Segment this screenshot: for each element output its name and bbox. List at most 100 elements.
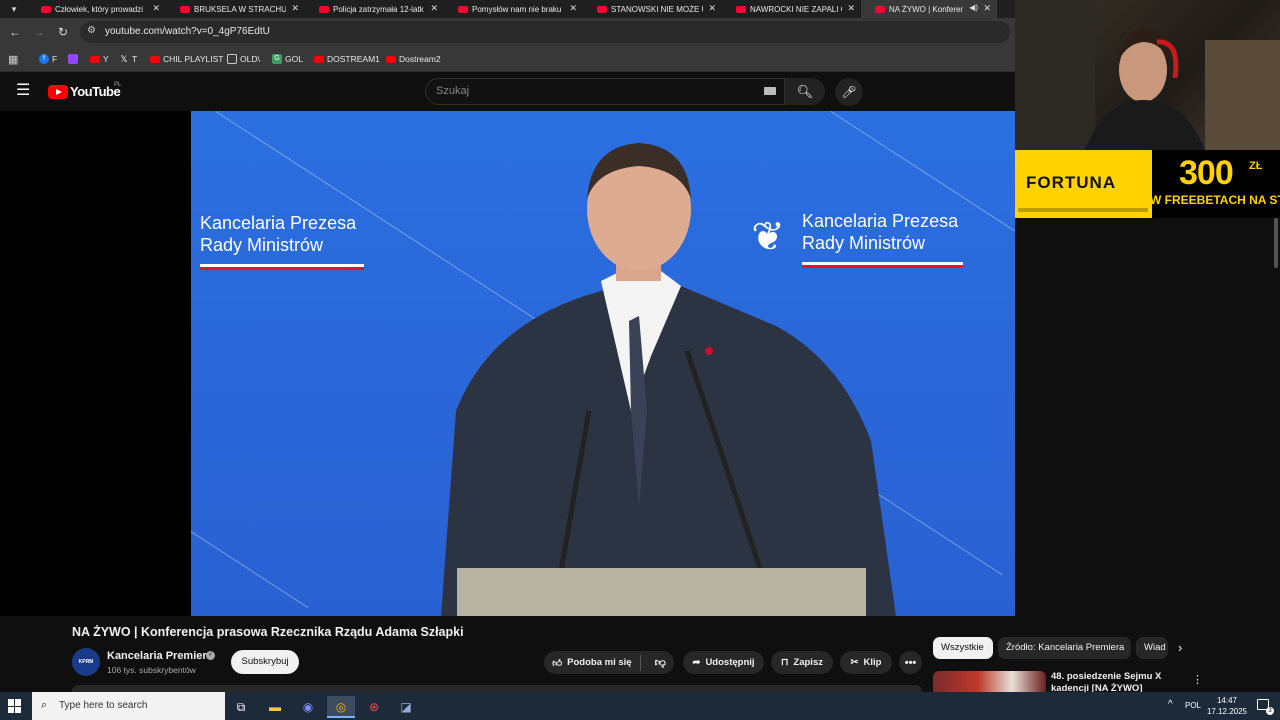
url-text[interactable]: youtube.com/watch?v=0_4gP76EdtU bbox=[105, 26, 270, 37]
scissors-icon: ✂ bbox=[850, 657, 859, 668]
close-icon[interactable]: ✕ bbox=[983, 3, 991, 14]
hamburger-menu-icon[interactable]: ☰ bbox=[16, 83, 30, 99]
like-label: Podoba mi się bbox=[567, 657, 632, 668]
like-button[interactable]: 👍︎ Podoba mi się bbox=[552, 654, 641, 671]
bookmark-y[interactable]: Y bbox=[90, 52, 109, 66]
bookmark-old[interactable]: OLD\ bbox=[227, 52, 260, 66]
close-icon[interactable]: ✕ bbox=[152, 3, 160, 14]
related-video-title[interactable]: 48. posiedzenie Sejmu X kadencji [NA ŻYW… bbox=[1051, 671, 1171, 692]
save-button[interactable]: ⊓ Zapisz bbox=[771, 651, 833, 674]
channel-name[interactable]: Kancelaria Premiera bbox=[107, 650, 213, 662]
video-frame[interactable]: Kancelaria Prezesa Rady Ministrów ❦ Kanc… bbox=[191, 111, 1083, 616]
youtube-icon bbox=[90, 55, 100, 63]
close-icon[interactable]: ✕ bbox=[430, 3, 438, 14]
youtube-icon bbox=[458, 5, 468, 13]
windows-start-icon[interactable] bbox=[8, 699, 22, 713]
file-explorer-icon[interactable]: ▬ bbox=[261, 696, 289, 718]
microphone-icon: 🎤︎ bbox=[841, 85, 857, 99]
related-video-thumbnail[interactable] bbox=[933, 671, 1046, 692]
bookmark-chil-playlist[interactable]: CHIL PLAYLIST bbox=[150, 52, 223, 66]
taskbar-search[interactable]: ⌕ Type here to search bbox=[32, 692, 225, 720]
clock-date: 17.12.2025 bbox=[1206, 707, 1248, 716]
channel-avatar[interactable]: KPRM bbox=[72, 648, 100, 676]
windows-taskbar: ⌕ Type here to search ⧉ ▬ ◉ ◎ ⊛ ◪ ^ POL … bbox=[0, 692, 1280, 720]
bookmark-dostream2[interactable]: Dostream2 bbox=[386, 52, 441, 66]
keyboard-icon[interactable] bbox=[764, 87, 776, 95]
chip-all[interactable]: Wszystkie bbox=[933, 637, 993, 659]
search-input[interactable] bbox=[436, 85, 736, 97]
tab-search-icon[interactable]: ▾ bbox=[6, 1, 22, 17]
youtube-logo[interactable]: YouTube bbox=[48, 84, 121, 99]
tab-title: BRUKSELA W STRACHU. W bbox=[194, 4, 286, 14]
tab-title: Policja zatrzymała 12-latk bbox=[333, 4, 424, 14]
system-clock[interactable]: 14:47 17.12.2025 bbox=[1205, 695, 1249, 717]
chip-source[interactable]: Źródło: Kancelaria Premiera bbox=[998, 637, 1131, 659]
task-view-icon[interactable]: ⧉ bbox=[227, 696, 255, 718]
tab-title: Pomysłów nam nie braku bbox=[472, 4, 562, 14]
like-dislike-group: 👍︎ Podoba mi się 👎︎ bbox=[544, 651, 674, 674]
chrome-icon[interactable]: ◎ bbox=[327, 696, 355, 718]
back-icon[interactable]: ← bbox=[7, 24, 23, 40]
bookmark-t[interactable]: 𝕏 T bbox=[119, 52, 137, 66]
tab-4[interactable]: Pomysłów nam nie braku ✕ bbox=[444, 0, 583, 18]
youtube-icon bbox=[875, 5, 885, 13]
right-sidebar bbox=[1015, 218, 1280, 692]
tab-3[interactable]: Policja zatrzymała 12-latk ✕ bbox=[305, 0, 444, 18]
youtube-icon bbox=[319, 5, 329, 13]
tab-6[interactable]: NAWROCKI NIE ZAPALI C ✕ bbox=[722, 0, 861, 18]
folder-icon bbox=[227, 54, 237, 64]
notification-badge: 3 bbox=[1266, 707, 1274, 715]
address-bar-row: ← → ↻ ⚙ youtube.com/watch?v=0_4gP76EdtU bbox=[0, 18, 1015, 46]
obs-icon[interactable]: ⊛ bbox=[360, 696, 388, 718]
bookmark-label: DOSTREAM1 bbox=[327, 54, 380, 64]
close-icon[interactable]: ✕ bbox=[569, 3, 577, 14]
chevron-up-icon[interactable]: ^ bbox=[1168, 699, 1173, 710]
language-indicator[interactable]: POL bbox=[1185, 701, 1201, 710]
close-icon[interactable]: ✕ bbox=[291, 3, 299, 14]
clip-button[interactable]: ✂ Klip bbox=[840, 651, 892, 674]
bookmark-dostream1[interactable]: DOSTREAM1 bbox=[314, 52, 380, 66]
reload-icon[interactable]: ↻ bbox=[55, 24, 71, 40]
bookmark-twitch[interactable] bbox=[68, 52, 78, 66]
discord-icon[interactable]: ◉ bbox=[294, 696, 322, 718]
video-player[interactable]: Kancelaria Prezesa Rady Ministrów ❦ Kanc… bbox=[0, 111, 1083, 616]
description-box[interactable] bbox=[72, 685, 922, 692]
close-icon[interactable]: ✕ bbox=[847, 3, 855, 14]
scrollbar-thumb[interactable] bbox=[1274, 218, 1278, 268]
youtube-wordmark: YouTube bbox=[70, 84, 121, 99]
bookmarks-bar: ▦ f F Y 𝕏 T CHIL PLAYLIST OLD\ G GOL DOS… bbox=[0, 46, 1015, 72]
chevron-right-icon[interactable]: › bbox=[1178, 640, 1182, 655]
youtube-icon bbox=[314, 55, 324, 63]
taskbar-search-placeholder: Type here to search bbox=[59, 700, 148, 711]
tab-2[interactable]: BRUKSELA W STRACHU. W ✕ bbox=[166, 0, 305, 18]
tab-5[interactable]: STANOWSKI NIE MOŻE U ✕ bbox=[583, 0, 722, 18]
bookmark-gol[interactable]: G GOL bbox=[272, 52, 303, 66]
youtube-play-icon bbox=[48, 84, 68, 99]
fortuna-ad[interactable]: FORTUNA 300 ZŁ W FREEBETACH NA START bbox=[1015, 150, 1280, 218]
dislike-button[interactable]: 👎︎ bbox=[655, 656, 666, 669]
bookmark-f[interactable]: f F bbox=[39, 52, 57, 66]
more-icon: ••• bbox=[904, 656, 917, 669]
app-icon[interactable]: ◪ bbox=[392, 696, 420, 718]
more-vertical-icon[interactable]: ⋮ bbox=[1192, 673, 1203, 686]
site-info-icon[interactable]: ⚙ bbox=[87, 25, 96, 36]
youtube-header: ☰ YouTube PL 🔍︎ 🎤︎ bbox=[0, 73, 1015, 111]
subscribe-button[interactable]: Subskrybuj bbox=[231, 650, 299, 674]
more-actions-button[interactable]: ••• bbox=[899, 651, 922, 674]
apps-grid-icon[interactable]: ▦ bbox=[8, 53, 18, 66]
search-icon: 🔍︎ bbox=[796, 84, 814, 99]
voice-search-button[interactable]: 🎤︎ bbox=[835, 78, 863, 106]
forward-icon[interactable]: → bbox=[31, 24, 47, 40]
close-icon[interactable]: ✕ bbox=[708, 3, 716, 14]
tab-active[interactable]: NA ŻYWO | Konferen ◀) ✕ bbox=[861, 0, 997, 18]
search-button[interactable]: 🔍︎ bbox=[785, 78, 825, 105]
chip-news[interactable]: Wiad bbox=[1136, 637, 1168, 659]
bookmark-label: OLD\ bbox=[240, 54, 260, 64]
tab-1[interactable]: Człowiek, który prowadzi ✕ bbox=[27, 0, 166, 18]
fortuna-panel: FORTUNA bbox=[1015, 150, 1152, 218]
share-button[interactable]: ➦ Udostępnij bbox=[683, 651, 764, 674]
x-icon: 𝕏 bbox=[120, 54, 128, 64]
omnibox[interactable]: ⚙ youtube.com/watch?v=0_4gP76EdtU bbox=[80, 21, 1010, 43]
region-code: PL bbox=[114, 82, 122, 88]
speaker-icon[interactable]: ◀) bbox=[969, 3, 978, 12]
